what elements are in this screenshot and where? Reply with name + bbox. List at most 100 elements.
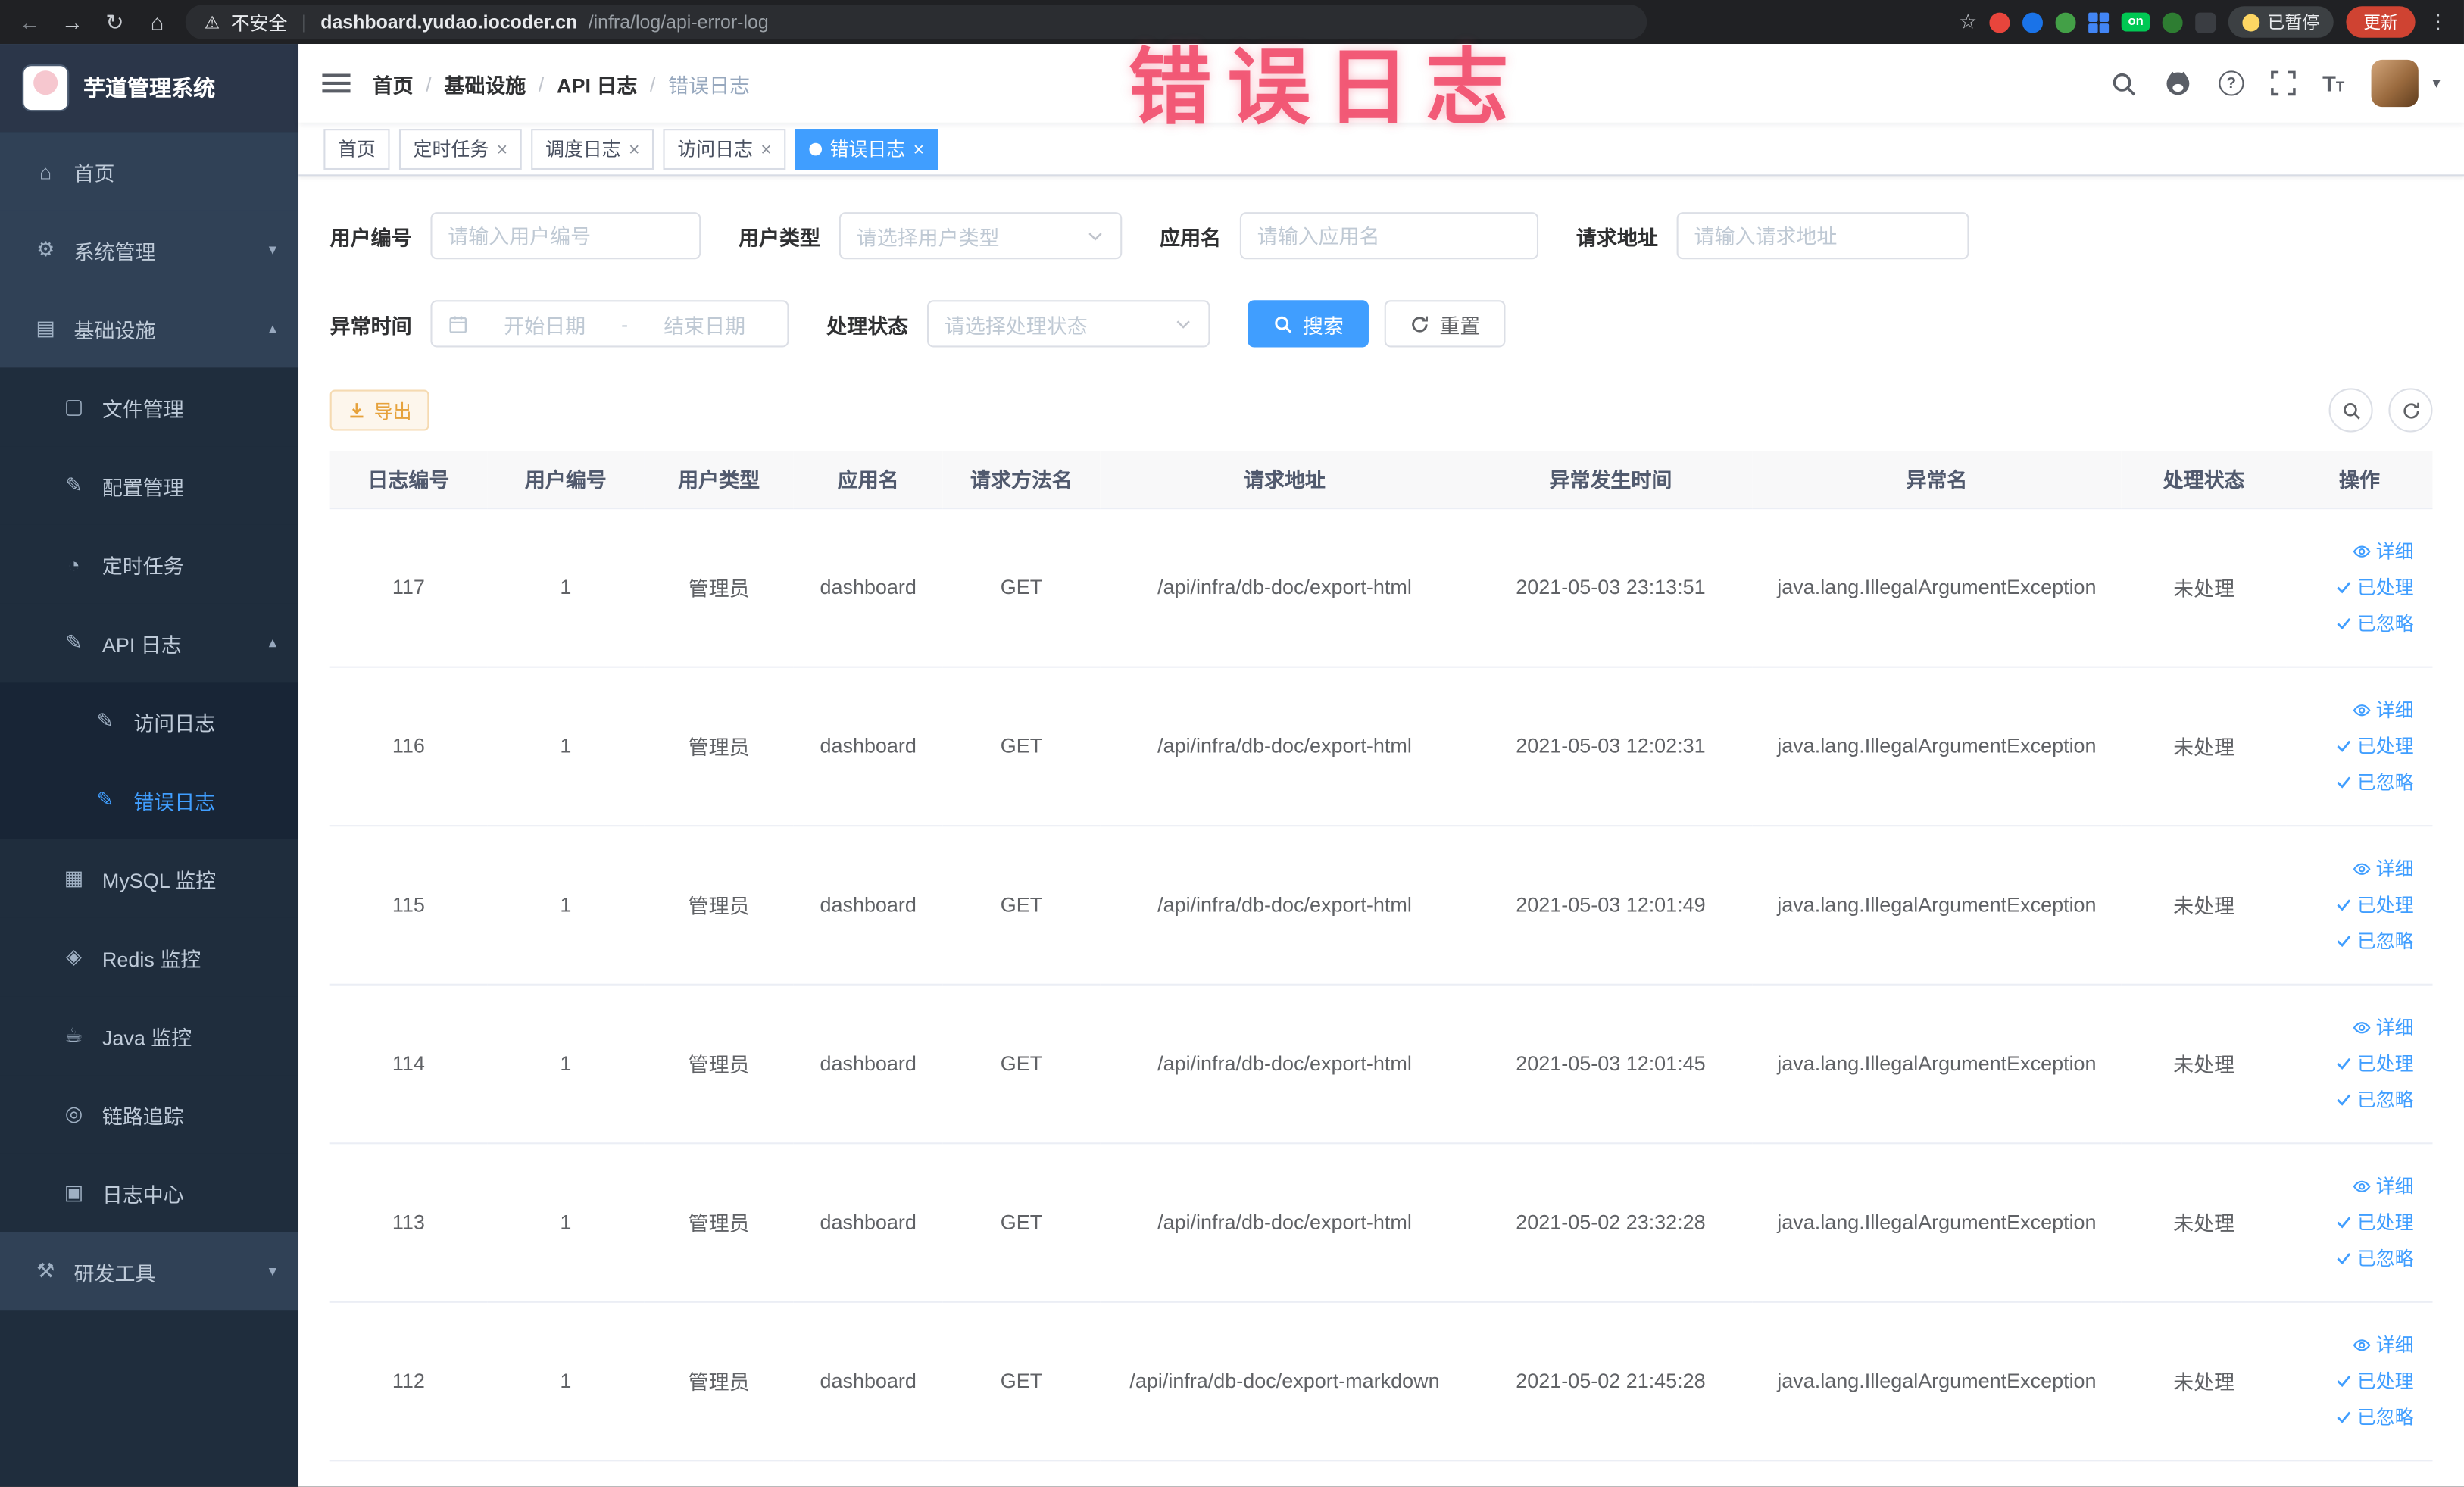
mark-processed-link[interactable]: 已处理 [2335, 573, 2414, 600]
fullscreen-icon[interactable] [2270, 70, 2296, 96]
extensions-puzzle-icon[interactable] [2195, 11, 2216, 33]
mark-processed-link[interactable]: 已处理 [2335, 1367, 2414, 1394]
detail-link[interactable]: 详细 [2353, 1014, 2414, 1040]
detail-link[interactable]: 详细 [2353, 538, 2414, 564]
mark-ignored-link[interactable]: 已忽略 [2335, 1245, 2414, 1271]
browser-menu-button[interactable]: ⋮ [2428, 9, 2448, 34]
cell-method: GET [942, 666, 1101, 826]
process-status-select[interactable]: 请选择处理状态 [927, 300, 1210, 348]
cell-method: GET [942, 825, 1101, 985]
cell-user-id: 1 [487, 508, 645, 667]
font-size-icon[interactable]: TT [2322, 72, 2344, 94]
mark-ignored-link[interactable]: 已忽略 [2335, 610, 2414, 636]
detail-link[interactable]: 详细 [2353, 696, 2414, 723]
tab-schedule-log[interactable]: 调度日志 × [531, 128, 654, 170]
export-button[interactable]: 导出 [329, 389, 429, 431]
close-icon[interactable]: × [913, 139, 925, 158]
paused-extension-badge[interactable]: 已暂停 [2228, 6, 2334, 38]
breadcrumb-home[interactable]: 首页 [373, 68, 414, 98]
mark-processed-link[interactable]: 已处理 [2335, 733, 2414, 759]
detail-link[interactable]: 详细 [2353, 1173, 2414, 1199]
hamburger-icon[interactable] [322, 72, 351, 94]
github-icon[interactable] [2164, 69, 2192, 97]
sidebar-item-home[interactable]: ⌂ 首页 [0, 132, 299, 211]
cell-exception-time: 2021-05-03 12:01:45 [1469, 983, 1753, 1144]
user-id-input[interactable] [430, 212, 701, 260]
sidebar-item-log-center[interactable]: ▣ 日志中心 [0, 1153, 299, 1232]
mark-ignored-link[interactable]: 已忽略 [2335, 1086, 2414, 1113]
date-range-picker[interactable]: 开始日期 - 结束日期 [430, 300, 789, 348]
mark-processed-link[interactable]: 已处理 [2335, 1050, 2414, 1076]
table-header-row: 日志编号 用户编号 用户类型 应用名 请求方法名 请求地址 异常发生时间 异常名… [329, 451, 2433, 509]
extension-blue-icon[interactable] [2022, 11, 2044, 33]
cell-status: 未处理 [2121, 508, 2287, 667]
cell-exception-time: 2021-05-02 21:45:28 [1469, 1301, 1753, 1461]
mark-processed-link[interactable]: 已处理 [2335, 1208, 2414, 1235]
app-name-input[interactable] [1239, 212, 1539, 260]
sidebar-item-redis-monitor[interactable]: ◈ Redis 监控 [0, 917, 299, 997]
address-bar[interactable]: ⚠ 不安全 | dashboard.yudao.iocoder.cn/infra… [185, 5, 1647, 39]
breadcrumb-infrastructure[interactable]: 基础设施 [444, 68, 526, 98]
close-icon[interactable]: × [760, 139, 772, 158]
search-icon[interactable] [2110, 70, 2137, 96]
close-icon[interactable]: × [497, 139, 508, 158]
breadcrumb-api-log[interactable]: API 日志 [557, 68, 637, 98]
sidebar-item-config-management[interactable]: ✎ 配置管理 [0, 446, 299, 525]
detail-link[interactable]: 详细 [2353, 855, 2414, 882]
extension-green-v-icon[interactable] [2056, 11, 2077, 33]
sidebar-item-api-log[interactable]: ✎ API 日志 ▴ [0, 603, 299, 683]
cell-exception-time: 2021-05-03 23:13:51 [1469, 508, 1753, 667]
browser-home-button[interactable]: ⌂ [143, 9, 171, 34]
mark-ignored-link[interactable]: 已忽略 [2335, 927, 2414, 954]
mark-ignored-link[interactable]: 已忽略 [2335, 1404, 2414, 1430]
close-icon[interactable]: × [629, 139, 640, 158]
cell-status: 未处理 [2121, 1142, 2287, 1302]
browser-forward-button[interactable]: → [58, 9, 86, 34]
detail-link[interactable]: 详细 [2353, 1331, 2414, 1357]
browser-back-button[interactable]: ← [16, 9, 44, 34]
user-id-label: 用户编号 [329, 225, 412, 249]
table-row: 113 1 管理员 dashboard GET /api/infra/db-do… [329, 1142, 2433, 1302]
help-icon[interactable]: ? [2219, 70, 2244, 96]
select-placeholder: 请选择用户类型 [856, 225, 1000, 249]
col-app-name: 应用名 [793, 451, 943, 509]
cell-exception-time: 2021-05-03 12:02:31 [1469, 666, 1753, 826]
search-button[interactable]: 搜索 [1248, 300, 1369, 348]
extension-leaf-icon[interactable] [2162, 11, 2183, 33]
tab-access-log[interactable]: 访问日志 × [663, 128, 786, 170]
sidebar-logo[interactable]: 芋道管理系统 [0, 44, 299, 133]
cell-status: 未处理 [2121, 983, 2287, 1144]
request-url-input[interactable] [1676, 212, 1969, 260]
sidebar-item-link-tracing[interactable]: ◎ 链路追踪 [0, 1075, 299, 1154]
refresh-button[interactable] [2388, 388, 2433, 433]
sidebar-item-scheduled-jobs[interactable]: ◔ 定时任务 [0, 524, 299, 604]
user-type-select[interactable]: 请选择用户类型 [839, 212, 1123, 260]
user-avatar[interactable] [2371, 59, 2419, 108]
sidebar-item-java-monitor[interactable]: ☕ Java 监控 [0, 996, 299, 1076]
extension-grid-icon[interactable] [2088, 11, 2110, 33]
extension-on-badge[interactable]: on [2122, 12, 2150, 32]
tab-scheduled-jobs[interactable]: 定时任务 × [398, 128, 522, 170]
bookmark-star-icon[interactable]: ☆ [1959, 9, 1977, 34]
extension-red-icon[interactable] [1989, 11, 2010, 33]
redis-icon: ◈ [66, 944, 82, 968]
cell-app-name: dashboard [793, 666, 943, 826]
tab-error-log[interactable]: 错误日志 × [795, 128, 938, 170]
browser-update-button[interactable]: 更新 [2346, 6, 2416, 38]
reset-button[interactable]: 重置 [1384, 300, 1506, 348]
mark-processed-link[interactable]: 已处理 [2335, 891, 2414, 917]
browser-reload-button[interactable]: ↻ [101, 8, 129, 35]
sidebar-item-mysql-monitor[interactable]: ▦ MySQL 监控 [0, 839, 299, 918]
sidebar-item-error-log[interactable]: ✎ 错误日志 [0, 761, 299, 839]
sidebar-item-system-management[interactable]: ⚙ 系统管理 ▾ [0, 210, 299, 289]
sidebar-item-infrastructure[interactable]: ▤ 基础设施 ▴ [0, 289, 299, 368]
sidebar-item-label: Redis 监控 [101, 946, 201, 971]
sidebar-item-dev-tools[interactable]: ⚒ 研发工具 ▾ [0, 1232, 299, 1311]
cell-exception-name: java.lang.IllegalArgumentException [1752, 983, 2122, 1144]
sidebar-item-access-log[interactable]: ✎ 访问日志 [0, 682, 299, 761]
tab-home[interactable]: 首页 [323, 128, 390, 170]
browser-extensions-area: ☆ on 已暂停 更新 ⋮ [1959, 6, 2448, 38]
sidebar-item-file-management[interactable]: ▢ 文件管理 [0, 367, 299, 447]
mark-ignored-link[interactable]: 已忽略 [2335, 768, 2414, 795]
toggle-search-button[interactable] [2328, 388, 2373, 433]
